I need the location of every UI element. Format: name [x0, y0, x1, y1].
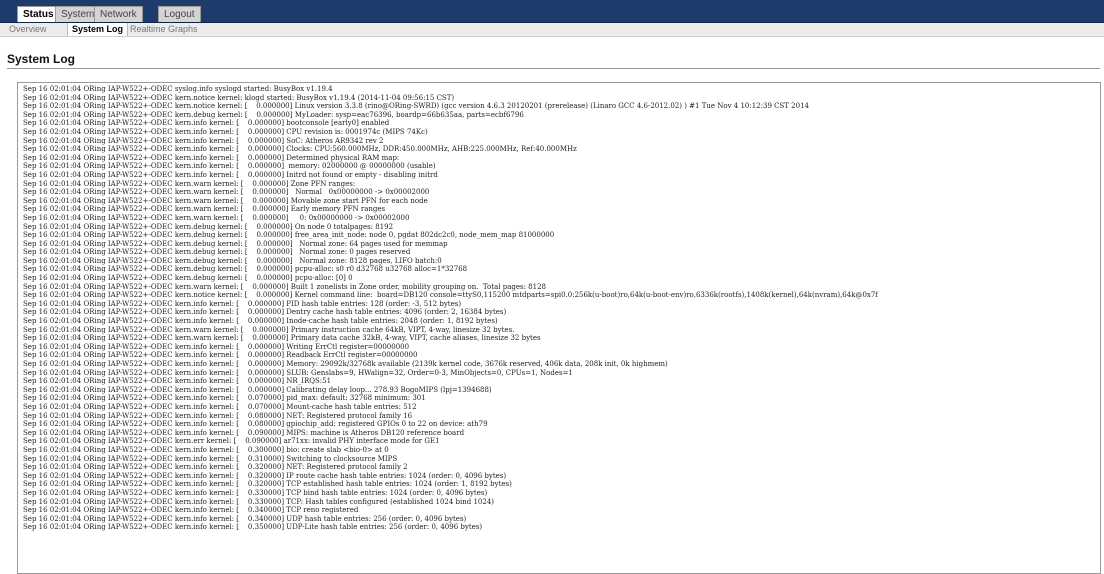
log-line: Sep 16 02:01:04 ORing IAP-W522+-ODEC ker… — [23, 471, 507, 480]
log-line: Sep 16 02:01:04 ORing IAP-W522+-ODEC ker… — [23, 119, 390, 128]
log-line: Sep 16 02:01:04 ORing IAP-W522+-ODEC ker… — [23, 248, 411, 257]
tab-status[interactable]: Status — [17, 6, 60, 22]
log-line: Sep 16 02:01:04 ORing IAP-W522+-ODEC ker… — [23, 231, 555, 240]
log-line: Sep 16 02:01:04 ORing IAP-W522+-ODEC ker… — [23, 93, 455, 102]
log-line: Sep 16 02:01:04 ORing IAP-W522+-ODEC ker… — [23, 170, 438, 179]
log-line: Sep 16 02:01:04 ORing IAP-W522+-ODEC ker… — [23, 188, 430, 197]
log-line: Sep 16 02:01:04 ORing IAP-W522+-ODEC ker… — [23, 368, 573, 377]
log-line: Sep 16 02:01:04 ORing IAP-W522+-ODEC ker… — [23, 497, 495, 506]
log-line: Sep 16 02:01:04 ORing IAP-W522+-ODEC ker… — [23, 127, 428, 136]
log-line: Sep 16 02:01:04 ORing IAP-W522+-ODEC ker… — [23, 162, 436, 171]
log-line: Sep 16 02:01:04 ORing IAP-W522+-ODEC ker… — [23, 480, 512, 489]
log-line: Sep 16 02:01:04 ORing IAP-W522+-ODEC ker… — [23, 394, 426, 403]
log-line: Sep 16 02:01:04 ORing IAP-W522+-ODEC ker… — [23, 282, 546, 291]
log-line: Sep 16 02:01:04 ORing IAP-W522+-ODEC ker… — [23, 411, 413, 420]
subtab-system-log[interactable]: System Log — [67, 23, 129, 36]
log-line: Sep 16 02:01:04 ORing IAP-W522+-ODEC ker… — [23, 102, 809, 111]
log-line: Sep 16 02:01:04 ORing IAP-W522+-ODEC ker… — [23, 523, 483, 532]
subtab-overview[interactable]: Overview — [5, 23, 51, 36]
log-line: Sep 16 02:01:04 ORing IAP-W522+-ODEC ker… — [23, 385, 492, 394]
log-line: Sep 16 02:01:04 ORing IAP-W522+-ODEC ker… — [23, 402, 417, 411]
tab-logout[interactable]: Logout — [158, 6, 201, 22]
log-line: Sep 16 02:01:04 ORing IAP-W522+-ODEC ker… — [23, 317, 498, 326]
log-line: Sep 16 02:01:04 ORing IAP-W522+-ODEC ker… — [23, 256, 442, 265]
log-line: Sep 16 02:01:04 ORing IAP-W522+-ODEC ker… — [23, 437, 440, 446]
log-line: Sep 16 02:01:04 ORing IAP-W522+-ODEC ker… — [23, 179, 356, 188]
top-navigation-bar: Status System Network Logout — [0, 0, 1104, 23]
log-line: Sep 16 02:01:04 ORing IAP-W522+-ODEC ker… — [23, 153, 400, 162]
log-line: Sep 16 02:01:04 ORing IAP-W522+-ODEC ker… — [23, 506, 359, 515]
log-line: Sep 16 02:01:04 ORing IAP-W522+-ODEC ker… — [23, 196, 428, 205]
log-line: Sep 16 02:01:04 ORing IAP-W522+-ODEC ker… — [23, 299, 462, 308]
log-line: Sep 16 02:01:04 ORing IAP-W522+-ODEC ker… — [23, 454, 398, 463]
log-line: Sep 16 02:01:04 ORing IAP-W522+-ODEC ker… — [23, 145, 577, 154]
page-title: System Log — [7, 52, 76, 66]
log-line: Sep 16 02:01:04 ORing IAP-W522+-ODEC ker… — [23, 110, 524, 119]
log-line: Sep 16 02:01:04 ORing IAP-W522+-ODEC ker… — [23, 351, 418, 360]
log-line: Sep 16 02:01:04 ORing IAP-W522+-ODEC ker… — [23, 428, 465, 437]
sub-navigation-bar: Overview System Log Realtime Graphs — [0, 23, 1104, 37]
log-line: Sep 16 02:01:04 ORing IAP-W522+-ODEC ker… — [23, 239, 448, 248]
log-line: Sep 16 02:01:04 ORing IAP-W522+-ODEC ker… — [23, 308, 507, 317]
log-line: Sep 16 02:01:04 ORing IAP-W522+-ODEC ker… — [23, 420, 488, 429]
log-line: Sep 16 02:01:04 ORing IAP-W522+-ODEC ker… — [23, 291, 878, 300]
system-log-textarea[interactable]: Sep 16 02:01:04 ORing IAP-W522+-ODEC sys… — [17, 82, 1101, 574]
log-line: Sep 16 02:01:04 ORing IAP-W522+-ODEC ker… — [23, 342, 410, 351]
log-line: Sep 16 02:01:04 ORing IAP-W522+-ODEC ker… — [23, 136, 384, 145]
log-line: Sep 16 02:01:04 ORing IAP-W522+-ODEC ker… — [23, 360, 668, 368]
log-line: Sep 16 02:01:04 ORing IAP-W522+-ODEC ker… — [23, 265, 468, 274]
log-line: Sep 16 02:01:04 ORing IAP-W522+-ODEC ker… — [23, 377, 332, 386]
log-line: Sep 16 02:01:04 ORing IAP-W522+-ODEC ker… — [23, 213, 410, 222]
tab-network[interactable]: Network — [94, 6, 143, 22]
log-line: Sep 16 02:01:04 ORing IAP-W522+-ODEC ker… — [23, 463, 408, 472]
log-line: Sep 16 02:01:04 ORing IAP-W522+-ODEC ker… — [23, 274, 353, 283]
subtab-realtime-graphs[interactable]: Realtime Graphs — [126, 23, 202, 36]
log-line: Sep 16 02:01:04 ORing IAP-W522+-ODEC ker… — [23, 488, 488, 497]
log-line: Sep 16 02:01:04 ORing IAP-W522+-ODEC ker… — [23, 325, 515, 334]
log-line: Sep 16 02:01:04 ORing IAP-W522+-ODEC ker… — [23, 514, 467, 523]
log-line: Sep 16 02:01:04 ORing IAP-W522+-ODEC ker… — [23, 445, 389, 454]
title-divider — [7, 68, 1100, 69]
log-line: Sep 16 02:01:04 ORing IAP-W522+-ODEC sys… — [23, 85, 333, 93]
log-line: Sep 16 02:01:04 ORing IAP-W522+-ODEC ker… — [23, 334, 541, 343]
log-line: Sep 16 02:01:04 ORing IAP-W522+-ODEC ker… — [23, 205, 386, 214]
log-line: Sep 16 02:01:04 ORing IAP-W522+-ODEC ker… — [23, 222, 394, 231]
